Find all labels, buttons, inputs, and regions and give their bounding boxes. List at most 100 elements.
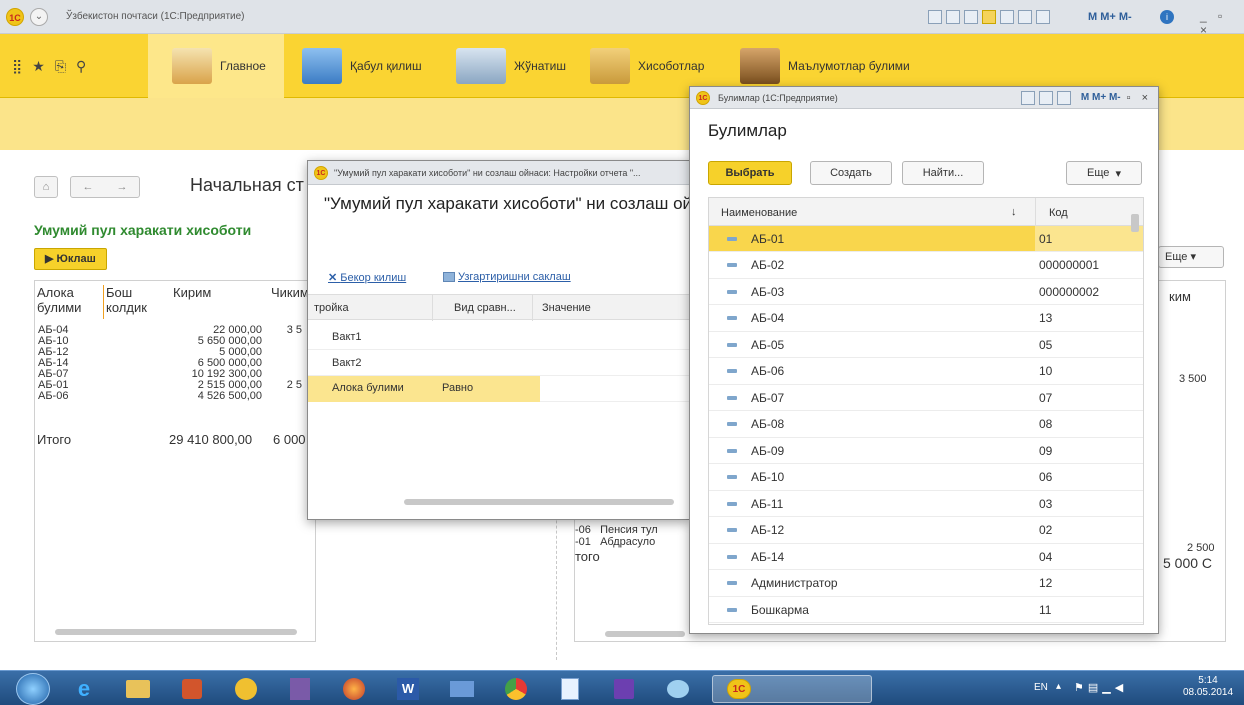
calculator-icon[interactable] — [1038, 90, 1053, 105]
word-icon[interactable]: W — [386, 675, 430, 703]
col-header-code[interactable]: Код — [1049, 207, 1068, 219]
report-area: Алока булими Бош колдик Кирим Чиким АБ-0… — [34, 280, 316, 642]
report-cell: 3 5 — [286, 324, 302, 336]
building-icon — [302, 48, 342, 84]
explorer-icon[interactable] — [116, 675, 160, 703]
favorites-star-icon[interactable]: ★ — [32, 58, 55, 74]
item-name: АБ-07 — [751, 390, 785, 405]
list-item[interactable]: Администратор 12 — [709, 571, 1143, 597]
tray-icons[interactable]: ⚑▤▁◀ — [1074, 681, 1144, 694]
report-cell: 2 5 — [286, 379, 302, 391]
section-send[interactable]: Жўнатиш — [456, 34, 566, 98]
title-toolbar — [928, 10, 1054, 24]
info-icon[interactable]: i — [1160, 10, 1174, 24]
cancel-link[interactable]: ✕ Бекор килиш — [328, 271, 406, 284]
list-item[interactable]: АБ-04 13 — [709, 306, 1143, 332]
search-icon[interactable]: ⚲ — [76, 58, 96, 74]
winrar-icon[interactable] — [278, 675, 322, 703]
item-name: АБ-09 — [751, 443, 785, 458]
save-icon[interactable] — [928, 10, 942, 24]
select-button[interactable]: Выбрать — [708, 161, 792, 185]
settings-row[interactable]: Вакт2 — [308, 350, 691, 376]
section-label: Қабул қилиш — [350, 59, 422, 73]
list-item[interactable]: АБ-05 05 — [709, 332, 1143, 358]
paint-icon[interactable] — [656, 675, 700, 703]
item-name: АБ-11 — [751, 496, 784, 511]
settings-row-selected[interactable]: Алока булими Равно — [308, 376, 691, 402]
more-button[interactable]: Еще ▾ — [1066, 161, 1142, 185]
list-item[interactable]: АБ-11 03 — [709, 491, 1143, 517]
find-button[interactable]: Найти... — [902, 161, 984, 185]
language-indicator[interactable]: EN — [1034, 682, 1048, 693]
print-icon[interactable] — [946, 10, 960, 24]
calculator-icon[interactable] — [1018, 10, 1032, 24]
tray-expand-icon[interactable]: ▴ — [1056, 681, 1061, 692]
setting-comparison[interactable]: Равно — [442, 382, 473, 394]
notepad-icon[interactable] — [548, 675, 592, 703]
memory-buttons[interactable]: M M+ M- — [1088, 11, 1132, 23]
link-icon[interactable] — [1020, 90, 1035, 105]
section-label: Главное — [220, 59, 266, 73]
internet-explorer-icon[interactable]: e — [62, 675, 106, 703]
clock[interactable]: 5:14 08.05.2014 — [1180, 675, 1236, 699]
list-item[interactable]: АБ-10 06 — [709, 465, 1143, 491]
report-row: АБ-07 10 192 300,00 — [35, 369, 305, 380]
chrome-icon[interactable] — [494, 675, 538, 703]
list-item[interactable]: АБ-09 09 — [709, 438, 1143, 464]
setting-name: Алока булими — [332, 382, 404, 394]
list-item[interactable]: Бошкарма 11 — [709, 597, 1143, 623]
main-menu-icon[interactable]: ⌄ — [30, 8, 48, 26]
apps-grid-icon[interactable]: ⣿ — [12, 58, 32, 74]
list-item[interactable]: АБ-12 02 — [709, 518, 1143, 544]
report-row: АБ-01 2 515 000,00 2 5 — [35, 380, 305, 391]
forward-arrow-icon[interactable]: → — [117, 181, 128, 193]
list-item[interactable]: АБ-08 08 — [709, 412, 1143, 438]
firefox-icon[interactable] — [332, 675, 376, 703]
onec-task-button[interactable]: 1С — [712, 675, 872, 703]
link-icon[interactable] — [1000, 10, 1014, 24]
list-item[interactable]: АБ-01 01 — [709, 226, 1143, 252]
branches-table: Наименование ↓ Код АБ-01 01 АБ-02 000000001… — [708, 197, 1144, 625]
save-changes-link[interactable]: Узгартиришни саклаш — [443, 271, 571, 283]
back-arrow-icon[interactable]: ← — [83, 181, 94, 193]
save-disk-icon[interactable] — [602, 675, 646, 703]
report-row: АБ-04 22 000,00 3 5 — [35, 325, 305, 336]
app-logo-icon[interactable]: 1С — [6, 8, 24, 26]
report-cell — [101, 391, 167, 402]
right-total-label: того — [575, 549, 600, 564]
memory-buttons[interactable]: M M+ M- — [1081, 92, 1121, 103]
mail-icon[interactable] — [440, 675, 484, 703]
settings-h-scrollbar[interactable] — [404, 499, 674, 505]
list-item[interactable]: АБ-07 07 — [709, 385, 1143, 411]
h-scrollbar[interactable] — [55, 629, 297, 635]
list-item[interactable]: АБ-06 10 — [709, 359, 1143, 385]
run-report-button[interactable]: ▶ Юклаш — [34, 248, 107, 270]
favorite-icon[interactable] — [982, 10, 996, 24]
v-scrollbar[interactable] — [1131, 214, 1139, 232]
list-item[interactable]: АБ-02 000000001 — [709, 253, 1143, 279]
section-reports[interactable]: Хисоботлар — [590, 34, 704, 98]
app-icon-4[interactable] — [224, 675, 268, 703]
settings-row[interactable]: Вакт1 — [308, 322, 691, 350]
right-row-1: -06 Пенсия тул — [575, 525, 658, 536]
section-receive[interactable]: Қабул қилиш — [302, 34, 422, 98]
calendar-icon[interactable] — [1056, 90, 1071, 105]
right-more-button[interactable]: Еще ▾ — [1158, 246, 1224, 268]
window-controls[interactable]: ▫ × — [1127, 92, 1152, 104]
item-icon — [727, 422, 737, 426]
list-item[interactable]: АБ-03 000000002 — [709, 279, 1143, 305]
section-main[interactable]: Главное — [148, 34, 284, 98]
powerpoint-icon[interactable] — [170, 675, 214, 703]
list-item[interactable]: АБ-14 04 — [709, 544, 1143, 570]
window-controls[interactable]: _ ▫ × — [1200, 9, 1244, 37]
right-h-scrollbar[interactable] — [605, 631, 685, 637]
history-icon[interactable]: ⎘ — [55, 58, 76, 74]
preview-icon[interactable] — [964, 10, 978, 24]
col-header-name[interactable]: Наименование — [721, 207, 797, 219]
start-button-icon[interactable] — [16, 673, 50, 705]
home-button[interactable]: ⌂ — [34, 176, 58, 198]
create-button[interactable]: Создать — [810, 161, 892, 185]
right-value-3: 5 000 С — [1163, 555, 1213, 571]
calendar-icon[interactable] — [1036, 10, 1050, 24]
item-code: 02 — [1039, 523, 1053, 537]
